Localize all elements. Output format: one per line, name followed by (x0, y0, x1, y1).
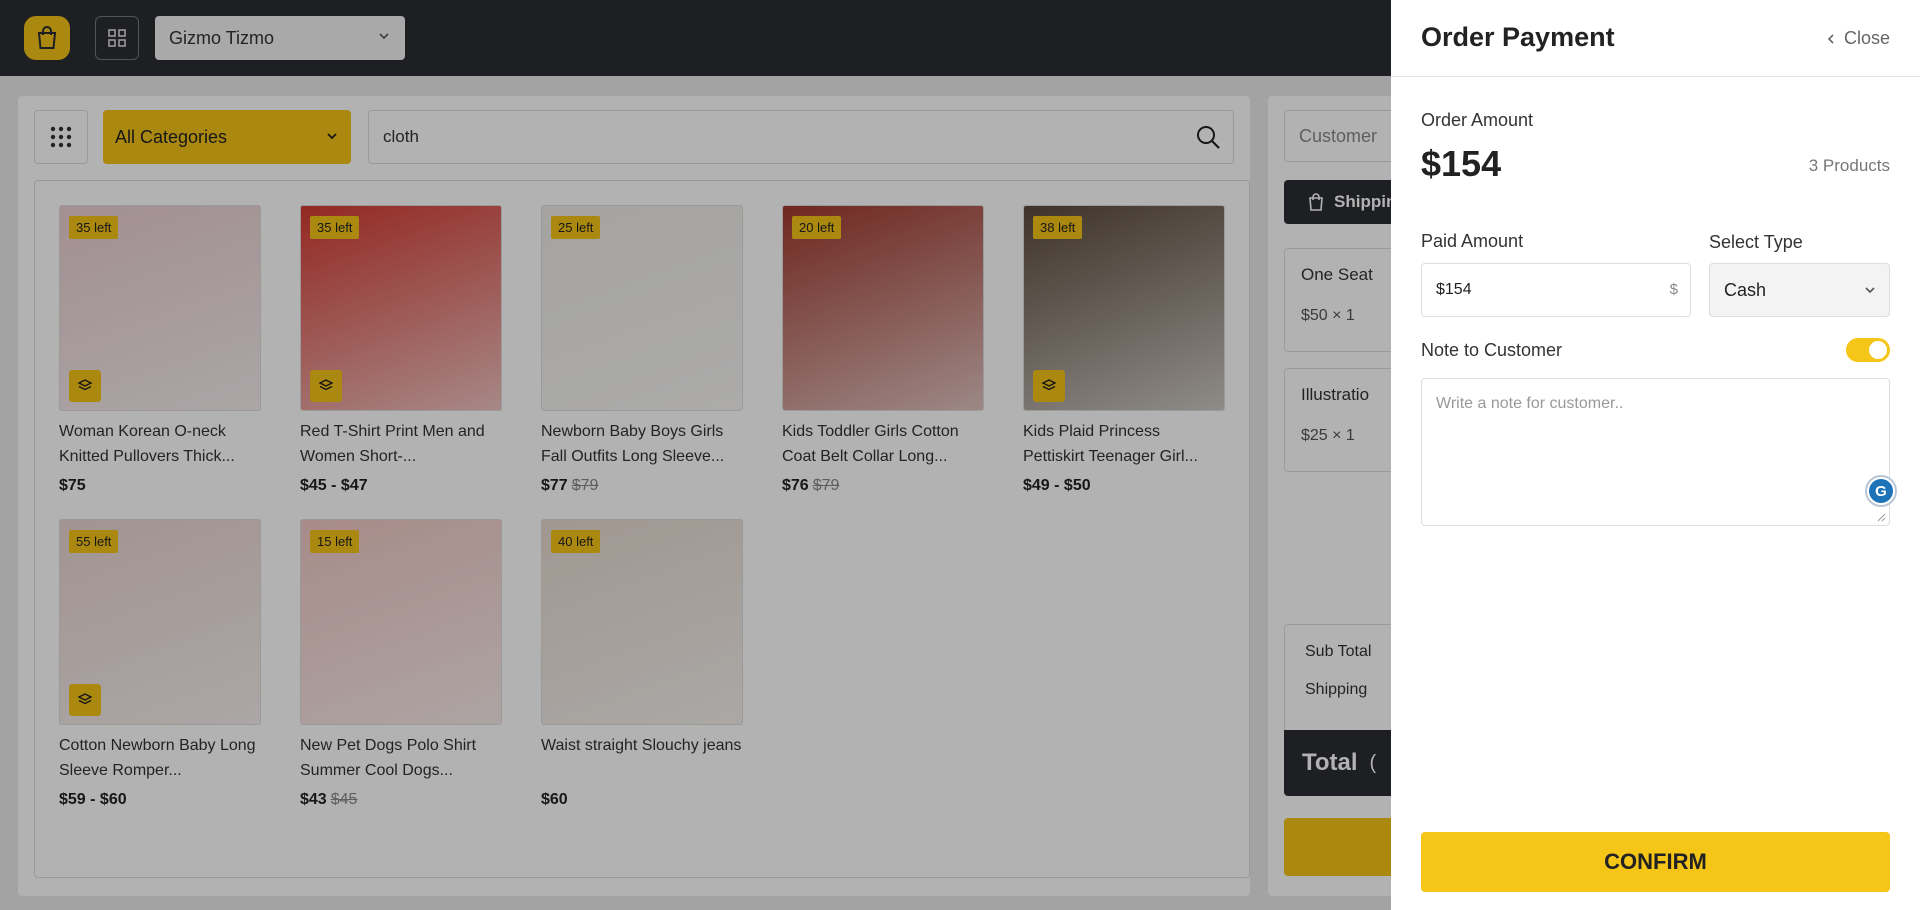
select-type-label: Select Type (1709, 232, 1803, 252)
products-count: 3 Products (1808, 156, 1890, 175)
paid-amount-label: Paid Amount (1421, 231, 1524, 251)
note-label: Note to Customer (1421, 340, 1563, 360)
chevron-left-icon (1827, 33, 1834, 44)
paid-amount-input[interactable]: $154 $ (1421, 263, 1691, 317)
close-button[interactable]: Close (1826, 28, 1890, 49)
note-placeholder: Write a note for customer.. (1436, 395, 1624, 412)
note-textarea[interactable]: Write a note for customer.. G (1421, 378, 1897, 526)
resize-handle-icon[interactable] (1876, 512, 1886, 522)
order-amount-label: Order Amount (1421, 110, 1534, 130)
grammarly-icon[interactable]: G (1865, 475, 1897, 507)
payment-type-select[interactable]: Cash (1709, 263, 1890, 317)
currency-symbol: $ (1669, 281, 1678, 298)
drawer-title: Order Payment (1421, 22, 1615, 52)
drawer-header: Order Payment Close (1391, 0, 1920, 77)
payment-type-value: Cash (1724, 279, 1767, 300)
order-amount-value: $154 (1421, 143, 1502, 184)
order-payment-drawer: Order Payment Close Order Amount $154 3 … (1391, 0, 1920, 910)
note-toggle[interactable] (1846, 338, 1890, 362)
confirm-button[interactable]: CONFIRM (1421, 832, 1890, 892)
close-label: Close (1843, 28, 1890, 48)
chevron-down-icon (1865, 287, 1875, 294)
paid-amount-value: $154 (1436, 281, 1472, 298)
